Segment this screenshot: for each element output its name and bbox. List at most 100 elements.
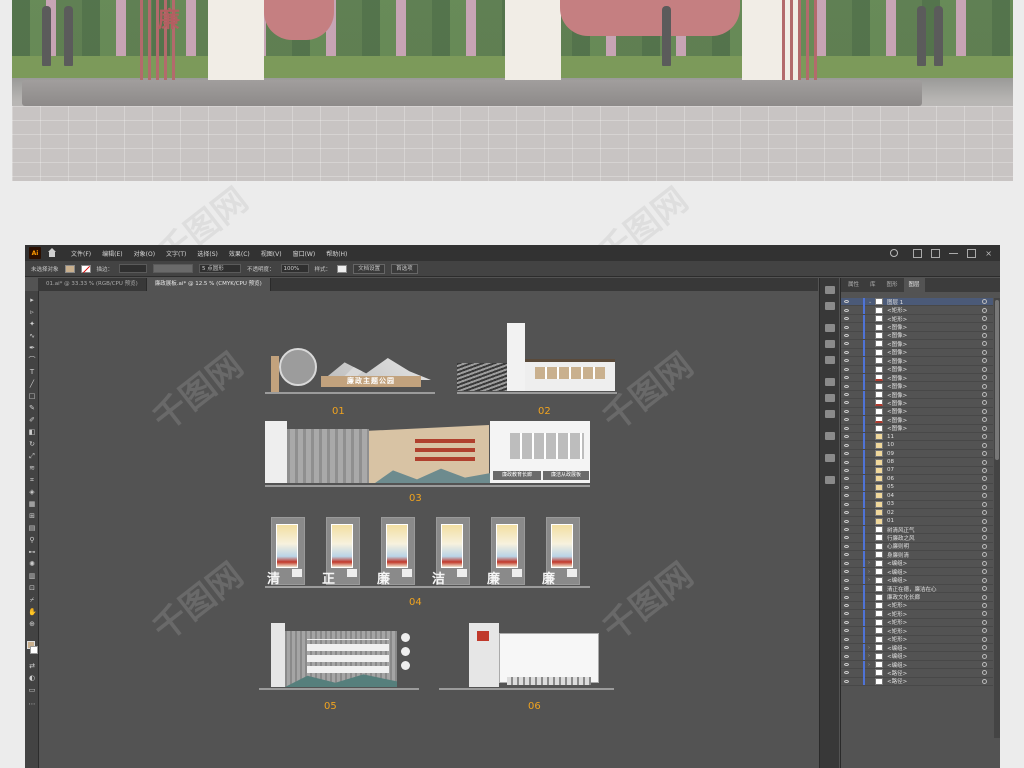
search-icon[interactable] [890, 249, 899, 257]
target-circle-icon[interactable] [982, 518, 987, 524]
slice-tool-icon[interactable]: ⌿ [28, 597, 36, 604]
color-panel-icon[interactable] [825, 286, 835, 294]
workspace-icon[interactable] [913, 248, 923, 258]
target-circle-icon[interactable] [982, 341, 987, 347]
style-swatch[interactable] [337, 264, 348, 273]
target-circle-icon[interactable] [982, 619, 987, 625]
arrange-icon[interactable] [931, 248, 941, 258]
type-tool-icon[interactable]: T [28, 369, 36, 376]
symbol-sprayer-icon[interactable]: ✺ [28, 561, 36, 568]
target-circle-icon[interactable] [982, 442, 987, 448]
transparency-icon[interactable] [825, 410, 835, 418]
visibility-eye-icon[interactable] [841, 654, 851, 658]
target-circle-icon[interactable] [982, 451, 987, 457]
visibility-eye-icon[interactable] [841, 663, 851, 667]
target-circle-icon[interactable] [982, 392, 987, 398]
visibility-eye-icon[interactable] [841, 561, 851, 565]
variable-width-field[interactable] [153, 264, 194, 273]
visibility-eye-icon[interactable] [841, 536, 851, 540]
home-icon[interactable] [47, 248, 57, 258]
gradient-icon[interactable] [825, 394, 835, 402]
screen-mode-icon[interactable]: ▭ [28, 687, 36, 694]
visibility-eye-icon[interactable] [841, 409, 851, 413]
document-setup-button[interactable]: 文档设置 [353, 263, 386, 274]
artboard-03[interactable]: 廉政教育长廊 廉洁从政展板 [265, 421, 590, 487]
preferences-button[interactable]: 首选项 [391, 263, 418, 274]
target-circle-icon[interactable] [982, 417, 987, 423]
visibility-eye-icon[interactable] [841, 384, 851, 388]
direct-selection-tool-icon[interactable]: ▹ [28, 309, 36, 316]
visibility-eye-icon[interactable] [841, 452, 851, 456]
visibility-eye-icon[interactable] [841, 333, 851, 337]
rectangle-tool-icon[interactable]: □ [28, 393, 36, 400]
visibility-eye-icon[interactable] [841, 435, 851, 439]
visibility-eye-icon[interactable] [841, 325, 851, 329]
expand-arrow-icon[interactable]: › [868, 645, 875, 651]
stroke-weight-field[interactable] [119, 264, 148, 273]
target-circle-icon[interactable] [982, 299, 987, 305]
tab-libraries[interactable]: 库 [865, 278, 881, 292]
curvature-tool-icon[interactable]: ⌒ [28, 357, 36, 364]
visibility-eye-icon[interactable] [841, 570, 851, 574]
target-circle-icon[interactable] [982, 383, 987, 389]
target-circle-icon[interactable] [982, 569, 987, 575]
target-circle-icon[interactable] [982, 400, 987, 406]
gradient-tool-icon[interactable]: ▤ [28, 525, 36, 532]
target-circle-icon[interactable] [982, 602, 987, 608]
target-circle-icon[interactable] [982, 594, 987, 600]
visibility-eye-icon[interactable] [841, 359, 851, 363]
target-circle-icon[interactable] [982, 510, 987, 516]
target-circle-icon[interactable] [982, 349, 987, 355]
target-circle-icon[interactable] [982, 628, 987, 634]
stroke-swatch[interactable] [80, 264, 91, 273]
expand-arrow-icon[interactable]: ⌄ [868, 299, 875, 305]
visibility-eye-icon[interactable] [841, 468, 851, 472]
stroke-icon[interactable] [825, 378, 835, 386]
target-circle-icon[interactable] [982, 408, 987, 414]
menu-select[interactable]: 选择(S) [197, 249, 218, 258]
target-circle-icon[interactable] [982, 662, 987, 668]
target-circle-icon[interactable] [982, 358, 987, 364]
brush-field[interactable]: 5 点圆形 [199, 264, 242, 273]
target-circle-icon[interactable] [982, 653, 987, 659]
visibility-eye-icon[interactable] [841, 426, 851, 430]
perspective-grid-icon[interactable]: ▦ [28, 501, 36, 508]
menu-edit[interactable]: 编辑(E) [102, 249, 122, 258]
target-circle-icon[interactable] [982, 611, 987, 617]
lasso-icon[interactable]: ∿ [28, 333, 36, 340]
expand-arrow-icon[interactable]: › [868, 569, 875, 575]
target-circle-icon[interactable] [982, 493, 987, 499]
more-tools-icon[interactable]: ⋯ [28, 701, 36, 708]
target-circle-icon[interactable] [982, 425, 987, 431]
blend-tool-icon[interactable]: ⊷ [28, 549, 36, 556]
target-circle-icon[interactable] [982, 459, 987, 465]
target-circle-icon[interactable] [982, 678, 987, 684]
visibility-eye-icon[interactable] [841, 528, 851, 532]
target-circle-icon[interactable] [982, 586, 987, 592]
appearance-icon[interactable] [825, 432, 835, 440]
layer-row[interactable]: <路径> [841, 677, 993, 687]
color-guide-icon[interactable] [825, 302, 835, 310]
free-transform-icon[interactable]: ⌗ [28, 477, 36, 484]
comments-icon[interactable] [825, 454, 835, 462]
visibility-eye-icon[interactable] [841, 485, 851, 489]
properties-icon[interactable] [825, 324, 835, 332]
visibility-eye-icon[interactable] [841, 519, 851, 523]
artboard-canvas[interactable]: 廉政主题公园 01 02 廉政教育长廊 廉洁从政展板 03 清 正 廉 洁 廉 … [39, 291, 819, 768]
target-circle-icon[interactable] [982, 670, 987, 676]
visibility-eye-icon[interactable] [841, 367, 851, 371]
swatches-icon[interactable] [825, 356, 835, 364]
target-circle-icon[interactable] [982, 577, 987, 583]
visibility-eye-icon[interactable] [841, 376, 851, 380]
line-tool-icon[interactable]: ╱ [28, 381, 36, 388]
visibility-eye-icon[interactable] [841, 477, 851, 481]
target-circle-icon[interactable] [982, 476, 987, 482]
export-icon[interactable] [825, 476, 835, 484]
visibility-eye-icon[interactable] [841, 502, 851, 506]
visibility-eye-icon[interactable] [841, 671, 851, 675]
target-circle-icon[interactable] [982, 467, 987, 473]
shaper-tool-icon[interactable]: ✐ [28, 417, 36, 424]
artboard-05[interactable] [259, 623, 419, 689]
stroke-color-box[interactable] [30, 646, 38, 654]
visibility-eye-icon[interactable] [841, 350, 851, 354]
